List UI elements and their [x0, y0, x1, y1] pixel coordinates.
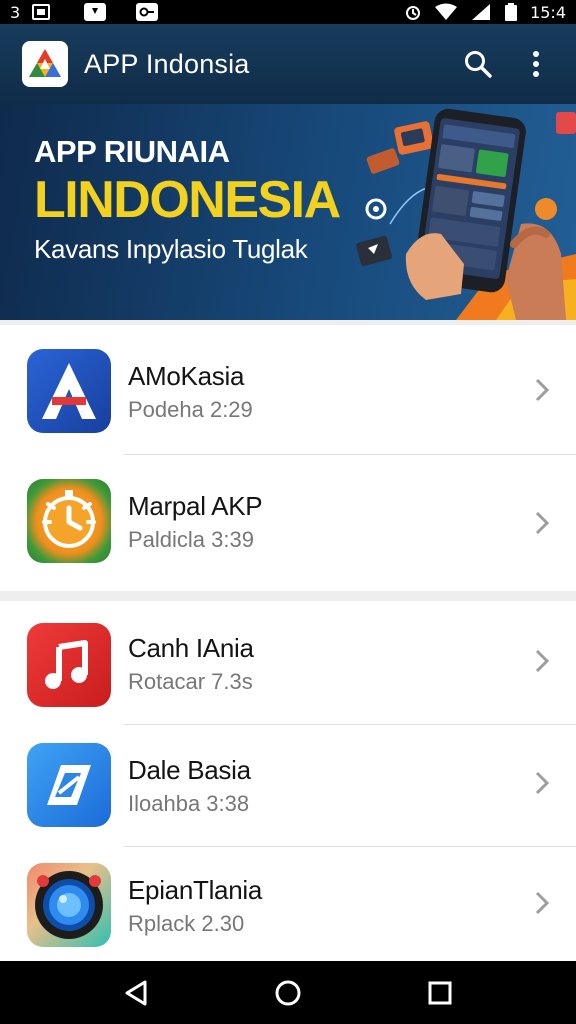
app-logo-icon — [22, 41, 68, 87]
app-name: Dale Basia — [128, 755, 251, 785]
direction-icon — [27, 743, 111, 827]
app-list-group-2: Canh IAnia Rotacar 7.3s Dale Basia Iloah… — [0, 601, 576, 961]
app-meta: Rplack 2.30 — [128, 911, 245, 936]
app-name: Marpal AKP — [128, 491, 263, 521]
status-time: 15:4 — [530, 2, 566, 22]
app-meta: Iloahba 3:38 — [128, 791, 250, 816]
chevron-right-icon — [535, 891, 550, 915]
battery-icon — [504, 3, 518, 21]
alarm-icon — [404, 3, 422, 21]
signal-icon — [470, 3, 492, 21]
chevron-right-icon — [535, 511, 550, 535]
recents-icon[interactable] — [416, 969, 464, 1017]
status-left-text: 3 — [10, 2, 21, 22]
app-bar: APP Indonsia — [0, 24, 576, 104]
chevron-right-icon — [535, 771, 550, 795]
lock-icon — [84, 3, 107, 21]
status-bar: 3 15:4 — [0, 0, 576, 24]
music-note-icon — [27, 623, 111, 707]
app-name: Canh IAnia — [128, 633, 254, 663]
status-right: 15:4 — [404, 3, 566, 22]
more-vert-icon[interactable] — [518, 46, 554, 82]
banner-illustration — [356, 108, 576, 320]
promo-banner[interactable]: APP RIUNAIA LINDONESIA Kavans Inpylasio … — [0, 104, 576, 320]
chevron-right-icon — [535, 649, 550, 673]
status-left: 3 — [10, 2, 159, 22]
app-name: AMoKasia — [128, 361, 245, 391]
chevron-right-icon — [535, 378, 550, 402]
list-item[interactable]: AMoKasia Podeha 2:29 — [0, 325, 576, 455]
list-item[interactable]: Canh IAnia Rotacar 7.3s — [0, 601, 576, 725]
timer-icon — [27, 479, 111, 563]
app-meta: Rotacar 7.3s — [128, 669, 253, 694]
app-list-group-1: AMoKasia Podeha 2:29 Marpal AKP Paldicla… — [0, 325, 576, 591]
key-icon — [136, 3, 159, 21]
search-icon[interactable] — [460, 46, 496, 82]
navigation-bar — [0, 961, 576, 1024]
screen: 3 15:4 APP Indonsia APP RIUNAIA LINDONES… — [0, 0, 576, 1024]
list-item[interactable]: Dale Basia Iloahba 3:38 — [0, 725, 576, 846]
app-meta: Podeha 2:29 — [128, 397, 253, 422]
image-icon — [32, 3, 51, 21]
banner-heading: APP RIUNAIA — [34, 134, 230, 169]
banner-tagline: Kavans Inpylasio Tuglak — [34, 234, 308, 264]
app-title: APP Indonsia — [84, 48, 250, 79]
camera-lens-icon — [27, 863, 111, 947]
list-item[interactable]: EpianTlania Rplack 2.30 — [0, 847, 576, 961]
list-item[interactable]: Marpal AKP Paldicla 3:39 — [0, 455, 576, 591]
app-name: EpianTlania — [128, 875, 263, 905]
app-actions — [460, 46, 554, 82]
banner-title: LINDONESIA — [34, 171, 341, 229]
a-letter-icon — [27, 349, 111, 433]
app-meta: Paldicla 3:39 — [128, 527, 254, 552]
wifi-icon — [434, 3, 458, 21]
back-icon[interactable] — [112, 969, 160, 1017]
home-icon[interactable] — [264, 969, 312, 1017]
